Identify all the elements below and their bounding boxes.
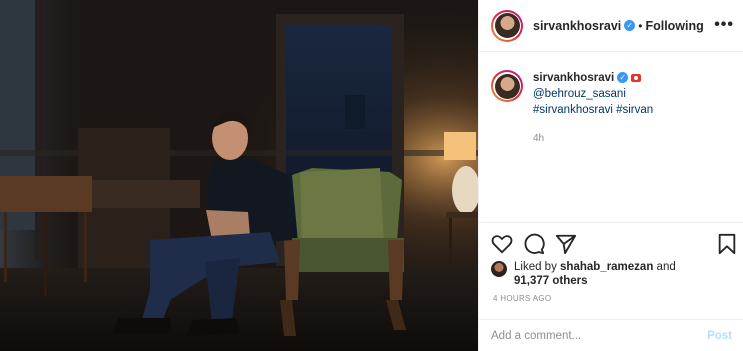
caption-avatar[interactable] (491, 70, 523, 102)
bookmark-icon[interactable] (716, 233, 738, 255)
liker-avatar[interactable] (491, 261, 507, 277)
author-username[interactable]: sirvankhosravi (533, 19, 621, 33)
hashtag-link[interactable]: #sirvan (616, 104, 653, 116)
post-comment-button[interactable]: Post (707, 330, 732, 342)
likes-count[interactable]: 91,377 others (514, 275, 588, 287)
hashtag-link[interactable]: #sirvankhosravi (533, 104, 613, 116)
paper-plane-icon[interactable] (555, 233, 577, 255)
post-photo[interactable] (0, 0, 478, 351)
post-timestamp[interactable]: 4 HOURS AGO (493, 294, 551, 303)
camera-emoji-icon (631, 73, 642, 82)
author-avatar[interactable] (491, 9, 523, 42)
comment-bar: Post (479, 319, 743, 351)
follow-separator: • (638, 18, 643, 33)
avatar-image (494, 73, 520, 99)
post-caption: sirvankhosravi ✓ @behrouz_sasani #sirvank… (491, 70, 736, 147)
following-button[interactable]: Following (645, 19, 703, 33)
comment-input[interactable] (491, 329, 708, 342)
caption-username[interactable]: sirvankhosravi (533, 72, 614, 84)
mention-link[interactable]: @behrouz_sasani (533, 86, 736, 102)
post-header: sirvankhosravi ✓ • Following ••• (479, 0, 743, 52)
action-bar (479, 222, 743, 262)
comment-bubble-icon[interactable] (523, 233, 545, 255)
post-image (0, 0, 478, 351)
liker-username[interactable]: shahab_ramezan (560, 261, 653, 273)
likes-prefix: Liked by (514, 261, 561, 273)
likes-connector: and (653, 261, 676, 273)
caption-time[interactable]: 4h (533, 131, 736, 147)
verified-badge-icon: ✓ (617, 72, 629, 84)
more-options-icon[interactable]: ••• (714, 17, 734, 33)
avatar-image (494, 13, 520, 38)
post-detail-panel: sirvankhosravi ✓ • Following ••• sirvank… (478, 0, 743, 351)
heart-icon[interactable] (491, 233, 513, 255)
verified-badge-icon: ✓ (624, 20, 636, 31)
likes-summary: Liked by shahab_ramezan and 91,377 other… (491, 260, 731, 288)
